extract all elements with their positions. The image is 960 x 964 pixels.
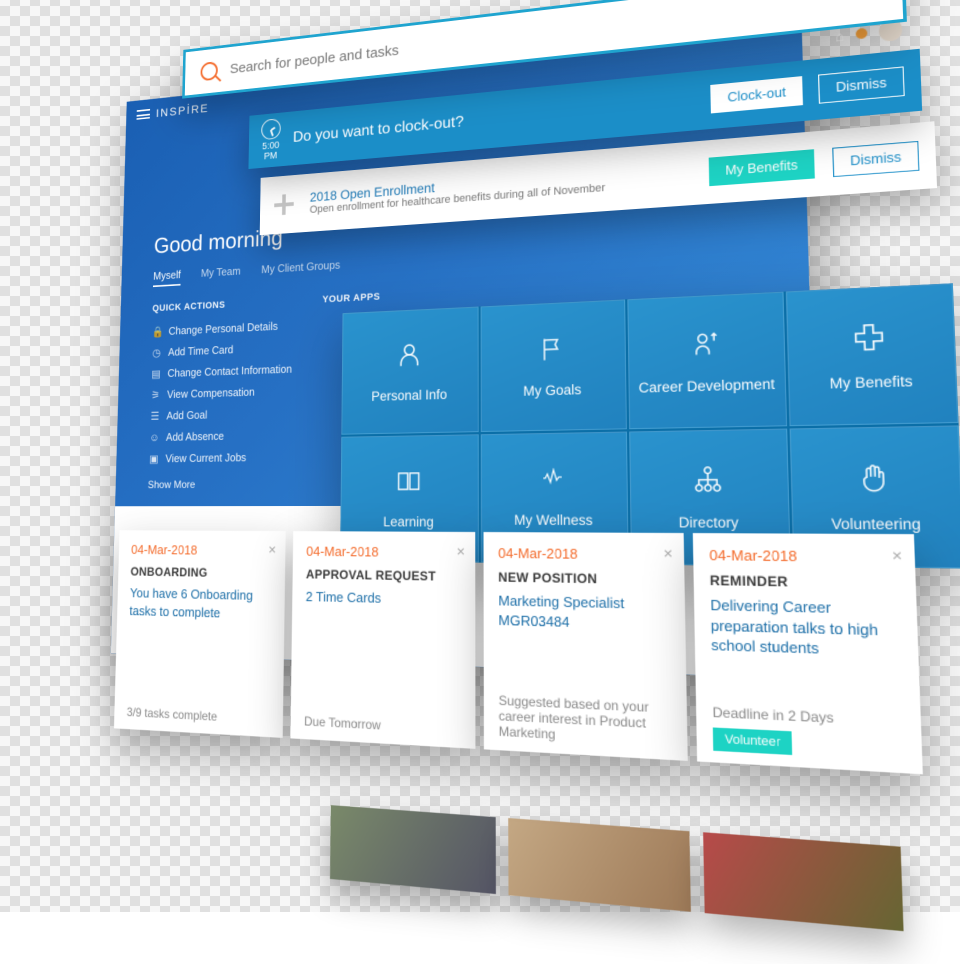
tile-label: Volunteering: [831, 516, 921, 533]
your-apps-heading: YOUR APPS: [322, 292, 380, 306]
tile-career-development[interactable]: Career Development: [627, 292, 786, 430]
card-date: 04-Mar-2018: [306, 543, 461, 560]
search-icon: [200, 61, 218, 81]
card-onboarding[interactable]: × 04-Mar-2018 ONBOARDING You have 6 Onbo…: [114, 530, 286, 738]
card-title: NEW POSITION: [498, 570, 668, 588]
qa-label: Add Goal: [166, 405, 207, 427]
clock-out-message: Do you want to clock-out?: [293, 91, 696, 146]
book-icon: [394, 467, 423, 502]
thumbnail-image[interactable]: [703, 832, 904, 931]
card-footer: 3/9 tasks complete: [127, 697, 270, 727]
card-body: 2 Time Cards: [306, 588, 461, 610]
tab-client-groups[interactable]: My Client Groups: [261, 259, 340, 281]
card-date: 04-Mar-2018: [709, 547, 897, 566]
card-footer: Deadline in 2 Days Volunteer: [712, 695, 904, 761]
qa-label: View Compensation: [167, 382, 255, 406]
thumbnail-image[interactable]: [509, 818, 691, 912]
dismiss-enrollment-button[interactable]: Dismiss: [832, 141, 919, 177]
plus-icon: [272, 192, 295, 218]
org-tree-icon: [691, 464, 725, 502]
thumbnail-image[interactable]: [330, 805, 496, 894]
card-icon: ▤: [150, 364, 161, 385]
money-icon: ⚞: [150, 385, 161, 406]
flag-icon: [538, 335, 567, 371]
tile-label: My Wellness: [514, 512, 593, 528]
tile-my-goals[interactable]: My Goals: [480, 299, 627, 432]
card-body: Marketing Specialist MGR03484: [498, 591, 669, 634]
card-title: REMINDER: [710, 573, 899, 592]
clock-icon: ◷: [151, 343, 162, 364]
tile-label: My Goals: [523, 382, 581, 399]
card-title: APPROVAL REQUEST: [306, 567, 461, 584]
card-footer: Due Tomorrow: [304, 705, 461, 737]
card-date: 04-Mar-2018: [498, 545, 668, 563]
tab-myself[interactable]: Myself: [153, 269, 181, 287]
tile-label: Directory: [679, 515, 739, 531]
notification-cards: × 04-Mar-2018 ONBOARDING You have 6 Onbo…: [114, 530, 923, 774]
person-icon: [395, 339, 424, 376]
card-approval-request[interactable]: × 04-Mar-2018 APPROVAL REQUEST 2 Time Ca…: [290, 531, 475, 749]
card-new-position[interactable]: × 04-Mar-2018 NEW POSITION Marketing Spe…: [484, 532, 688, 761]
qa-label: Add Time Card: [168, 340, 234, 364]
brand-logo: iNSPİRE: [156, 101, 209, 119]
person-icon: ☺: [149, 427, 160, 449]
card-reminder[interactable]: × 04-Mar-2018 REMINDER Delivering Career…: [693, 533, 923, 774]
clock-time: 5:00 PM: [261, 118, 281, 162]
card-footer: Suggested based on your career interest …: [499, 684, 672, 749]
quick-actions-heading: QUICK ACTIONS: [152, 300, 225, 314]
briefcase-icon: ▣: [148, 449, 159, 471]
tile-my-benefits[interactable]: My Benefits: [785, 283, 958, 426]
card-body: Delivering Career preparation talks to h…: [710, 595, 901, 661]
home-icon[interactable]: ⌂: [835, 28, 845, 45]
tile-label: My Benefits: [829, 373, 913, 392]
hand-icon: [857, 461, 892, 502]
notification-badge-icon[interactable]: [856, 28, 868, 40]
nav-tabs: Myself My Team My Client Groups: [121, 216, 808, 294]
volunteer-button[interactable]: Volunteer: [713, 727, 793, 755]
card-title: ONBOARDING: [130, 565, 272, 581]
tile-label: Learning: [383, 514, 434, 529]
card-body: You have 6 Onboarding tasks to complete: [129, 584, 271, 623]
wellness-icon: [537, 468, 568, 500]
qa-label: Add Absence: [166, 426, 224, 449]
tab-my-team[interactable]: My Team: [201, 265, 241, 284]
qa-label: View Current Jobs: [165, 447, 246, 470]
clock-time-period: PM: [264, 151, 277, 162]
image-thumbnails-row: [330, 805, 904, 931]
clock-icon: [261, 118, 281, 140]
card-footer-text: Deadline in 2 Days: [712, 704, 834, 726]
dismiss-clock-button[interactable]: Dismiss: [818, 66, 905, 104]
medical-plus-icon: [851, 320, 888, 362]
clock-out-button[interactable]: Clock-out: [711, 76, 803, 113]
growth-icon: [689, 328, 720, 366]
menu-icon[interactable]: [137, 109, 151, 120]
my-benefits-button[interactable]: My Benefits: [709, 149, 816, 186]
lock-icon: 🔒: [152, 322, 163, 343]
list-icon: ☰: [149, 406, 160, 428]
card-date: 04-Mar-2018: [131, 542, 272, 558]
tile-label: Career Development: [638, 376, 775, 396]
